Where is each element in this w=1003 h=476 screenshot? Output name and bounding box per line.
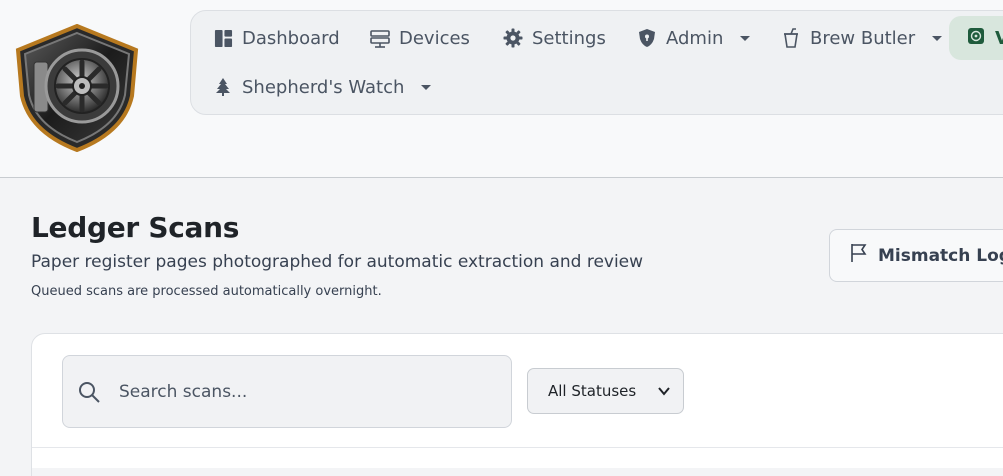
nav-shepherds-watch[interactable]: Shepherd's Watch [213, 74, 432, 100]
nav-devices-label: Devices [399, 27, 470, 49]
tree-icon [213, 77, 233, 97]
mismatch-log-label: Mismatch Log [878, 245, 1003, 266]
nav-brew-butler[interactable]: Brew Butler [781, 25, 943, 51]
chevron-down-icon [932, 35, 943, 41]
page-title: Ledger Scans [31, 211, 240, 244]
gear-icon [503, 28, 523, 48]
vault-icon [967, 27, 985, 50]
search-field[interactable] [62, 355, 512, 428]
app-header: Dashboard Devices Settings Admin Brew Bu… [0, 0, 1003, 178]
nav-dashboard[interactable]: Dashboard [213, 25, 340, 51]
dashboard-icon [213, 28, 233, 48]
nav-shepherds-watch-label: Shepherd's Watch [242, 76, 405, 98]
divider [32, 447, 1003, 448]
chevron-down-icon [421, 84, 432, 90]
vault-shield-logo[interactable] [12, 24, 142, 152]
status-filter-value: All Statuses [548, 382, 637, 400]
nav-admin[interactable]: Admin [637, 25, 751, 51]
page: Dashboard Devices Settings Admin Brew Bu… [0, 0, 1003, 476]
search-input[interactable] [119, 376, 499, 408]
page-note: Queued scans are processed automatically… [31, 284, 382, 299]
table-header-strip [32, 468, 1003, 476]
main-nav: Dashboard Devices Settings Admin Brew Bu… [190, 10, 1003, 115]
nav-dashboard-label: Dashboard [242, 27, 340, 49]
cup-icon [781, 28, 801, 48]
nav-settings-label: Settings [532, 27, 606, 49]
nav-devices[interactable]: Devices [370, 25, 470, 51]
mismatch-log-button[interactable]: Mismatch Log [829, 229, 1003, 282]
nav-admin-label: Admin [666, 27, 724, 49]
page-subtitle: Paper register pages photographed for au… [31, 252, 644, 272]
search-icon [79, 382, 100, 403]
nav-active-item[interactable]: V [949, 16, 1003, 60]
nav-settings[interactable]: Settings [503, 25, 606, 51]
chevron-down-icon [658, 387, 670, 396]
shield-icon [637, 28, 657, 48]
nav-active-label: V [995, 27, 1003, 49]
chevron-down-icon [740, 35, 751, 41]
devices-icon [370, 28, 390, 48]
status-filter-select[interactable]: All Statuses [527, 368, 684, 414]
scans-card: All Statuses [31, 333, 1003, 476]
nav-brew-butler-label: Brew Butler [810, 27, 916, 49]
flag-icon [850, 243, 868, 268]
